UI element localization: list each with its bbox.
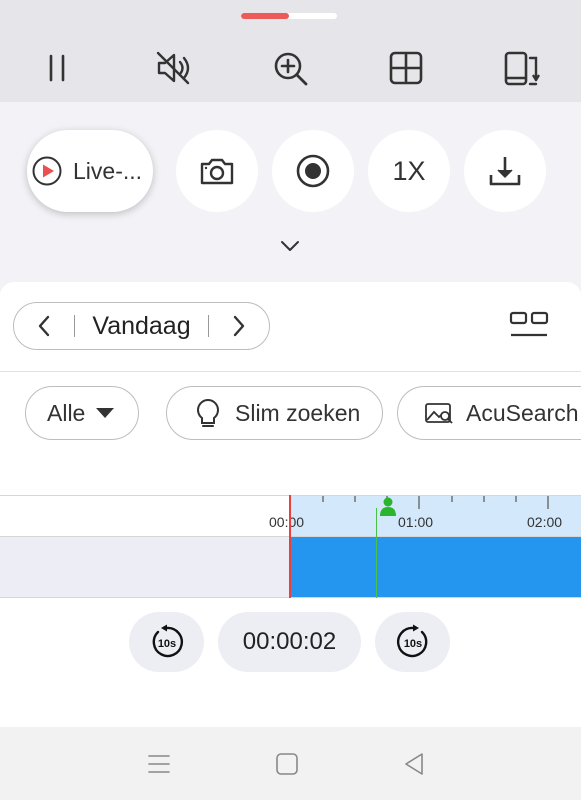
- record-button[interactable]: [272, 130, 354, 212]
- record-icon: [296, 154, 330, 188]
- playback-actions: Live-... 1X: [0, 102, 581, 282]
- recording-segment[interactable]: [290, 537, 581, 597]
- pause-button[interactable]: [35, 46, 79, 90]
- tick-label: 01:00: [398, 514, 434, 530]
- filter-all-dropdown[interactable]: Alle: [25, 386, 139, 440]
- current-time: 00:00:02: [218, 612, 361, 672]
- tick-label: 02:00: [527, 514, 563, 530]
- next-day-button[interactable]: [209, 302, 269, 350]
- filter-all-label: Alle: [47, 399, 86, 426]
- chevron-left-icon: [38, 315, 50, 337]
- previous-day-button[interactable]: [14, 302, 74, 350]
- chevron-down-icon[interactable]: [278, 238, 302, 254]
- control-bar: [0, 0, 581, 102]
- lightbulb-icon: [197, 398, 219, 427]
- page-indicator-active: [241, 13, 289, 19]
- zoom-in-icon: [274, 52, 308, 86]
- skip-forward-button[interactable]: 10s: [375, 612, 450, 672]
- acusearch-button[interactable]: AcuSearch: [397, 386, 581, 440]
- switch-screen-button[interactable]: [500, 46, 544, 90]
- image-search-icon: [425, 403, 453, 424]
- speed-label: 1X: [392, 155, 426, 186]
- skip-forward-10s-icon: 10s: [396, 624, 427, 658]
- snapshot-button[interactable]: [176, 130, 258, 212]
- playhead[interactable]: [289, 495, 291, 598]
- mute-icon: [156, 51, 190, 85]
- playback-panel: Vandaag Alle Slim zoeken AcuSearch 00:00…: [0, 282, 581, 727]
- skip-back-text: 10s: [157, 638, 175, 650]
- skip-back-10s-icon: 10s: [152, 624, 183, 658]
- skip-back-button[interactable]: 10s: [129, 612, 204, 672]
- chevron-right-icon: [233, 315, 245, 337]
- camera-icon: [200, 158, 234, 185]
- grid-layout-button[interactable]: [384, 46, 428, 90]
- menu-icon[interactable]: [146, 751, 172, 777]
- acusearch-label: AcuSearch: [466, 399, 579, 426]
- download-icon: [489, 157, 521, 186]
- page-indicator: [241, 13, 337, 19]
- pause-icon: [49, 54, 65, 82]
- skip-forward-text: 10s: [403, 638, 421, 650]
- switch-screen-icon: [504, 51, 541, 86]
- live-view-label: Live-...: [73, 157, 143, 184]
- caret-down-icon: [96, 408, 115, 418]
- panel-divider: [0, 371, 581, 372]
- date-navigator: Vandaag: [13, 302, 270, 350]
- live-view-button[interactable]: Live-...: [27, 130, 153, 212]
- tick-label: 00:00: [269, 514, 305, 530]
- mute-button[interactable]: [151, 46, 195, 90]
- home-icon[interactable]: [274, 751, 300, 777]
- system-navigation-bar: [0, 727, 581, 800]
- grid-layout-icon: [389, 51, 423, 85]
- play-icon: [32, 156, 62, 186]
- download-button[interactable]: [464, 130, 546, 212]
- layout-toggle-icon[interactable]: [508, 310, 550, 342]
- smart-search-label: Slim zoeken: [235, 399, 361, 426]
- date-label[interactable]: Vandaag: [75, 312, 208, 341]
- smart-search-button[interactable]: Slim zoeken: [166, 386, 383, 440]
- speed-button[interactable]: 1X: [368, 130, 450, 212]
- zoom-in-button[interactable]: [268, 46, 312, 90]
- person-event-icon[interactable]: [379, 497, 397, 517]
- event-marker-line: [376, 508, 377, 598]
- back-icon[interactable]: [401, 751, 427, 777]
